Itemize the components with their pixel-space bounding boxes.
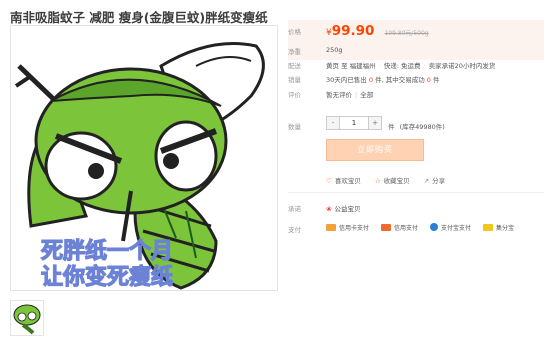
sales-success-count: 0 — [426, 76, 431, 84]
credit-pay-icon — [381, 224, 392, 231]
stock-count: (库存49980件) — [399, 123, 445, 131]
original-price: 199.80元/500g — [384, 30, 429, 37]
weight-value: 250g — [326, 46, 343, 54]
shipping-route[interactable]: 黄页 至 福建福州 — [326, 62, 376, 70]
payment-options: 信用卡支付 信用支付 支付宝支付 集分宝 — [326, 223, 514, 232]
pay-jifenbao[interactable]: 集分宝 — [483, 223, 514, 232]
price-label: 价格 — [288, 28, 301, 36]
heart-icon: ♡ — [326, 177, 332, 185]
image-caption-line1: 死胖纸一个月 — [41, 238, 173, 264]
charity-icon: ❀ — [326, 205, 332, 213]
action-links: ♡ 喜欢宝贝 ☆ 收藏宝贝 ↗ 分享 — [326, 175, 445, 185]
pay-credit[interactable]: 信用支付 — [381, 223, 418, 232]
charity-link[interactable]: 公益宝贝 — [334, 205, 360, 213]
quantity-unit: 件 — [388, 123, 395, 131]
image-caption-line2: 让你变死瘦纸 — [41, 264, 173, 290]
price-value: 99.90 — [331, 23, 375, 39]
review-all-link[interactable]: 全部 — [360, 91, 373, 99]
payment-label: 支付 — [288, 226, 301, 234]
pay-credit-card[interactable]: 信用卡支付 — [326, 223, 369, 232]
shipping-promise: 卖家承诺20小时内发货 — [428, 62, 496, 70]
product-title: 南非吸脂蚊子 减肥 瘦身(金腹巨蚊)胖纸变瘦纸 — [10, 10, 268, 25]
share-icon: ↗ — [423, 177, 430, 185]
quantity-minus-button[interactable]: - — [327, 117, 339, 129]
shipping-label: 配送 — [288, 62, 301, 70]
share-link[interactable]: ↗ 分享 — [424, 175, 445, 185]
buy-now-button[interactable]: 立即购买 — [326, 139, 424, 161]
sales-month-suffix: 件, 其中交易成功 — [375, 76, 425, 84]
alipay-icon — [430, 223, 439, 231]
weight-label: 净重 — [288, 48, 301, 56]
pay-credit-card-label: 信用卡支付 — [339, 225, 370, 232]
favorite-label: 喜欢宝贝 — [334, 177, 361, 185]
stock-info: 件 (库存49980件) — [388, 121, 445, 131]
quantity-input[interactable]: 1 — [339, 117, 369, 129]
jifenbao-icon — [483, 224, 494, 231]
sales-month-count: 0 — [368, 76, 373, 84]
quantity-label: 数量 — [288, 123, 301, 131]
product-main-image: 死胖纸一个月 让你变死瘦纸 — [10, 25, 278, 291]
review-label: 评价 — [288, 91, 301, 99]
shipping-fee: 快递: 免运费 — [383, 62, 421, 70]
sales-month-prefix: 30天内已售出 — [326, 76, 367, 84]
share-label: 分享 — [432, 177, 446, 185]
credit-card-icon — [326, 224, 336, 231]
divider — [288, 192, 544, 193]
pay-credit-label: 信用支付 — [394, 225, 419, 232]
quantity-plus-button[interactable]: + — [369, 117, 381, 129]
pay-jifenbao-label: 集分宝 — [496, 225, 515, 232]
sales-success-suffix: 件 — [433, 76, 440, 84]
pay-alipay-label: 支付宝支付 — [441, 225, 472, 232]
product-thumbnail[interactable] — [10, 300, 44, 336]
collect-link[interactable]: ☆ 收藏宝贝 — [375, 175, 410, 185]
sales-label: 销量 — [288, 76, 301, 84]
quantity-stepper[interactable]: - 1 + — [326, 116, 382, 130]
star-icon: ☆ — [374, 177, 381, 185]
collect-label: 收藏宝贝 — [383, 177, 410, 185]
pay-alipay[interactable]: 支付宝支付 — [430, 223, 471, 232]
review-value[interactable]: 暂无评价 — [326, 91, 352, 99]
favorite-link[interactable]: ♡ 喜欢宝贝 — [326, 175, 361, 185]
commitment-label: 承诺 — [288, 205, 301, 213]
